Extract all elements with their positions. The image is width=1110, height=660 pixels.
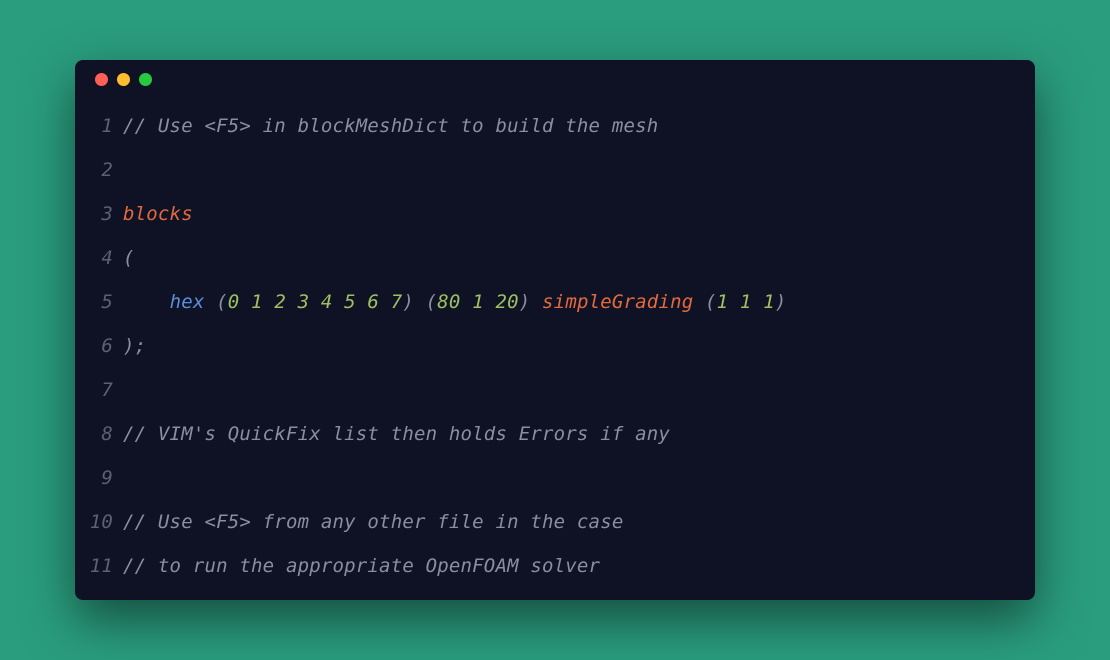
code-line: 1 // Use <F5> in blockMeshDict to build … (75, 104, 1035, 148)
code-line: 3 blocks (75, 192, 1035, 236)
punct-token: ) (519, 291, 531, 313)
line-number: 10 (75, 500, 123, 544)
code-line: 7 (75, 368, 1035, 412)
number-token: 0 1 2 3 4 5 6 7 (228, 291, 403, 313)
code-line: 9 (75, 456, 1035, 500)
number-token: 80 1 20 (437, 291, 518, 313)
space (204, 291, 216, 313)
punct-token: ( (216, 291, 228, 313)
punct-token: ) (775, 291, 787, 313)
punct-token: ) (402, 291, 414, 313)
code-content: ); (123, 324, 146, 368)
punct-token: ( (705, 291, 717, 313)
code-line: 5 hex (0 1 2 3 4 5 6 7) (80 1 20) simple… (75, 280, 1035, 324)
code-area[interactable]: 1 // Use <F5> in blockMeshDict to build … (75, 98, 1035, 600)
comment-token: // Use <F5> from any other file in the c… (123, 511, 623, 533)
code-content: hex (0 1 2 3 4 5 6 7) (80 1 20) simpleGr… (123, 280, 786, 324)
code-line: 11 // to run the appropriate OpenFOAM so… (75, 544, 1035, 588)
line-number: 9 (75, 456, 123, 500)
code-content: // Use <F5> in blockMeshDict to build th… (123, 104, 658, 148)
space (530, 291, 542, 313)
number-token: 1 1 1 (717, 291, 775, 313)
line-number: 5 (75, 280, 123, 324)
code-content: // to run the appropriate OpenFOAM solve… (123, 544, 600, 588)
punct-token: ); (123, 335, 146, 357)
line-number: 6 (75, 324, 123, 368)
minimize-icon[interactable] (117, 73, 130, 86)
code-line: 8 // VIM's QuickFix list then holds Erro… (75, 412, 1035, 456)
space (414, 291, 426, 313)
comment-token: // VIM's QuickFix list then holds Errors… (123, 423, 670, 445)
close-icon[interactable] (95, 73, 108, 86)
space (693, 291, 705, 313)
line-number: 7 (75, 368, 123, 412)
code-content: // VIM's QuickFix list then holds Errors… (123, 412, 670, 456)
maximize-icon[interactable] (139, 73, 152, 86)
code-line: 2 (75, 148, 1035, 192)
code-line: 6 ); (75, 324, 1035, 368)
punct-token: ( (426, 291, 438, 313)
punct-token: ( (123, 247, 135, 269)
code-content: blocks (123, 192, 193, 236)
line-number: 4 (75, 236, 123, 280)
line-number: 2 (75, 148, 123, 192)
line-number: 11 (75, 544, 123, 588)
indent (123, 291, 170, 313)
code-line: 4 ( (75, 236, 1035, 280)
function-token: simpleGrading (542, 291, 693, 313)
keyword-token: blocks (123, 203, 193, 225)
code-line: 10 // Use <F5> from any other file in th… (75, 500, 1035, 544)
type-token: hex (170, 291, 205, 313)
editor-window: 1 // Use <F5> in blockMeshDict to build … (75, 60, 1035, 600)
comment-token: // Use <F5> in blockMeshDict to build th… (123, 115, 658, 137)
code-content: // Use <F5> from any other file in the c… (123, 500, 623, 544)
code-content: ( (123, 236, 135, 280)
comment-token: // to run the appropriate OpenFOAM solve… (123, 555, 600, 577)
titlebar (75, 60, 1035, 98)
line-number: 8 (75, 412, 123, 456)
line-number: 3 (75, 192, 123, 236)
line-number: 1 (75, 104, 123, 148)
